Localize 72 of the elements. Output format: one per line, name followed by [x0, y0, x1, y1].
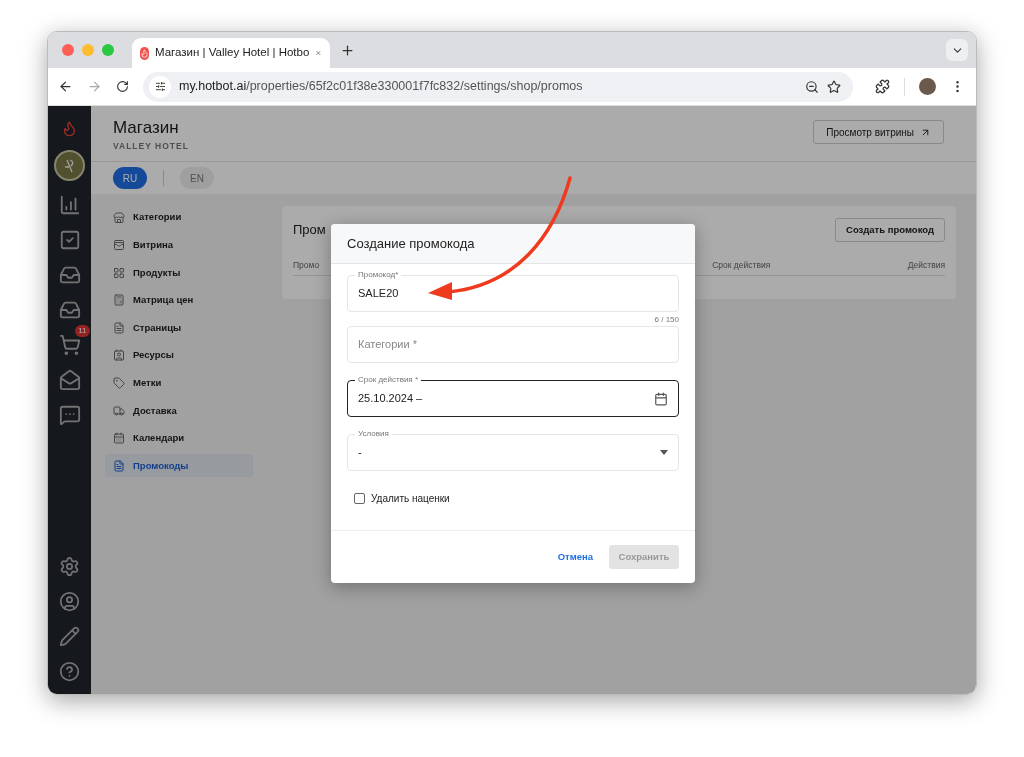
calendar-icon[interactable]	[654, 391, 668, 406]
document-icon	[113, 321, 125, 334]
field-value: 25.10.2024 –	[358, 391, 423, 407]
language-tab[interactable]: RU	[113, 167, 147, 189]
field-value: -	[358, 445, 362, 461]
store-icon	[113, 211, 125, 224]
calendar-icon	[113, 432, 125, 445]
tab-list-button[interactable]	[946, 39, 968, 61]
nav-item[interactable]: Матрица цен	[105, 288, 253, 312]
page-subtitle: VALLEY HOTEL	[113, 140, 189, 153]
cart-icon[interactable]	[58, 334, 81, 356]
checkbox-icon[interactable]	[58, 229, 81, 251]
field-label: Условия	[355, 429, 392, 439]
checkbox[interactable]	[354, 493, 365, 504]
reload-icon[interactable]	[116, 80, 129, 93]
address-bar[interactable]: my.hotbot.ai/properties/65f2c01f38e330001f7fc832/settings/shop/promos	[143, 71, 853, 102]
url-text: my.hotbot.ai/properties/65f2c01f38e330001f7fc832/settings/shop/promos	[179, 78, 583, 96]
field-label: Промокод*	[355, 270, 402, 280]
new-tab-icon[interactable]	[340, 42, 355, 58]
nav-item[interactable]: Доставка	[105, 399, 253, 423]
truck-icon	[113, 404, 125, 417]
document-icon	[113, 459, 125, 472]
nav-item[interactable]: Витрина	[105, 233, 253, 257]
help-icon[interactable]	[59, 661, 80, 682]
nav-item[interactable]: Страницы	[105, 316, 253, 340]
chart-icon[interactable]	[58, 194, 81, 216]
tag-icon	[113, 377, 125, 390]
nav-item[interactable]: Продукты	[105, 261, 253, 285]
column-header: Промо	[293, 259, 320, 272]
hotel-avatar[interactable]	[54, 150, 85, 181]
chat-icon[interactable]	[58, 404, 81, 426]
character-counter: 6 / 150	[654, 314, 679, 326]
contact-card-icon	[113, 349, 125, 362]
input-field[interactable]: Категории *	[347, 326, 679, 363]
mail-icon[interactable]	[58, 369, 81, 391]
user-icon[interactable]	[59, 591, 80, 612]
showcase-button[interactable]: Просмотр витрины	[813, 120, 944, 144]
zoom-out-icon[interactable]	[805, 79, 819, 94]
site-settings-icon[interactable]	[149, 75, 171, 98]
pencil-icon[interactable]	[59, 626, 80, 647]
bookmark-star-icon[interactable]	[827, 79, 841, 94]
column-header: Действия	[907, 259, 945, 272]
cancel-button[interactable]: Отмена	[557, 549, 593, 565]
create-promo-button[interactable]: Создать промокод	[835, 218, 945, 242]
close-window-button[interactable]	[62, 44, 74, 56]
site-favicon-icon	[140, 46, 149, 60]
nav-item[interactable]: Ресурсы	[105, 343, 253, 367]
forward-icon[interactable]	[87, 79, 102, 94]
profile-avatar[interactable]	[919, 78, 936, 95]
browser-tab[interactable]: Магазин | Valley Hotel | Hotbo	[132, 38, 330, 68]
cart-badge: 11	[75, 325, 90, 337]
inbox-icon[interactable]	[58, 264, 81, 286]
dialog-title: Создание промокода	[347, 234, 475, 253]
field-placeholder: Категории *	[358, 337, 417, 353]
column-header: Срок действия	[712, 259, 771, 272]
dropdown-caret-icon[interactable]	[660, 450, 668, 455]
flame-logo-icon[interactable]	[61, 120, 78, 137]
field-label: Срок действия *	[355, 375, 422, 385]
page-title: Магазин	[113, 118, 180, 138]
tab-title: Магазин | Valley Hotel | Hotbo	[155, 45, 310, 61]
card-title: Пром	[293, 221, 326, 240]
extensions-icon[interactable]	[875, 79, 890, 94]
field-value: SALE20	[358, 286, 399, 302]
settings-icon[interactable]	[59, 556, 80, 577]
inbox-icon[interactable]	[58, 299, 81, 321]
back-icon[interactable]	[58, 79, 73, 94]
grid-icon	[113, 266, 125, 279]
nav-item[interactable]: Календари	[105, 426, 253, 450]
checkbox-label: Удалить наценки	[371, 492, 450, 506]
nav-item[interactable]: Категории	[105, 206, 253, 229]
nav-item[interactable]: Метки	[105, 371, 253, 395]
nav-item[interactable]: Промокоды	[105, 454, 253, 478]
